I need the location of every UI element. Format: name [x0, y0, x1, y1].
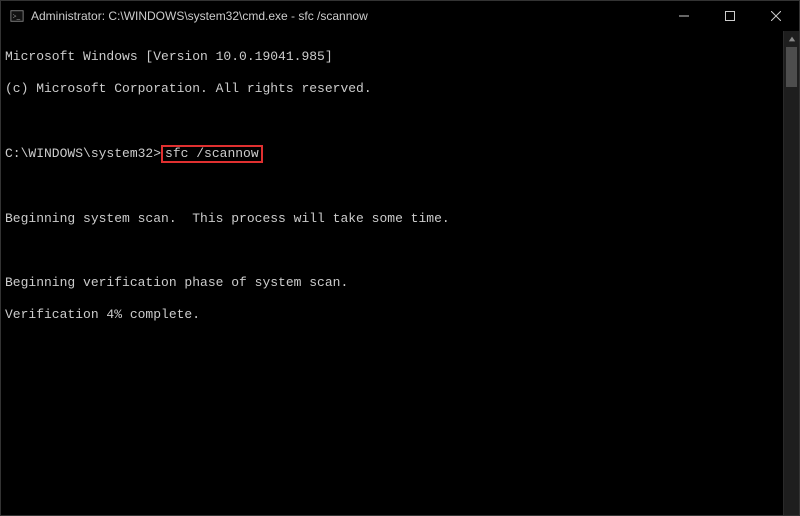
blank-line [5, 243, 779, 259]
blank-line [5, 179, 779, 195]
scroll-up-icon[interactable] [784, 31, 799, 47]
scrollbar-thumb[interactable] [786, 47, 797, 87]
command-text: sfc /scannow [165, 146, 259, 161]
terminal-output[interactable]: Microsoft Windows [Version 10.0.19041.98… [1, 31, 783, 515]
maximize-button[interactable] [707, 1, 753, 31]
prompt-text: C:\WINDOWS\system32> [5, 146, 161, 162]
scan-begin-line: Beginning system scan. This process will… [5, 211, 779, 227]
window-title: Administrator: C:\WINDOWS\system32\cmd.e… [31, 9, 661, 23]
window-controls [661, 1, 799, 31]
cmd-icon: >_ [9, 8, 25, 24]
titlebar[interactable]: >_ Administrator: C:\WINDOWS\system32\cm… [1, 1, 799, 31]
verify-progress-line: Verification 4% complete. [5, 307, 779, 323]
version-line: Microsoft Windows [Version 10.0.19041.98… [5, 49, 779, 65]
scrollbar[interactable] [783, 31, 799, 515]
terminal-body: Microsoft Windows [Version 10.0.19041.98… [1, 31, 799, 515]
minimize-button[interactable] [661, 1, 707, 31]
blank-line [5, 113, 779, 129]
command-highlight: sfc /scannow [161, 145, 263, 163]
prompt-line: C:\WINDOWS\system32> sfc /scannow [5, 145, 779, 163]
svg-text:>_: >_ [13, 13, 21, 21]
copyright-line: (c) Microsoft Corporation. All rights re… [5, 81, 779, 97]
verify-phase-line: Beginning verification phase of system s… [5, 275, 779, 291]
close-button[interactable] [753, 1, 799, 31]
cmd-window: >_ Administrator: C:\WINDOWS\system32\cm… [0, 0, 800, 516]
